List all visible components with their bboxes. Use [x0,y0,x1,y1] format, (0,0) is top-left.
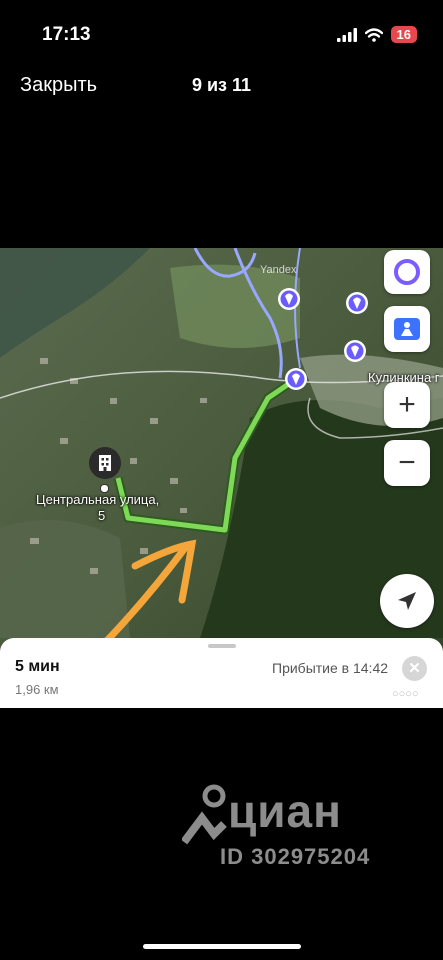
map-provider-label: Yandex [260,264,297,276]
my-location-button[interactable] [380,574,434,628]
gallery-topbar: Закрыть 9 из 11 [0,68,443,104]
alice-icon [394,259,420,285]
signal-icon [336,27,357,42]
close-icon[interactable]: ✕ [402,656,427,681]
plus-icon: + [398,388,416,421]
battery-indicator: 16 [390,26,417,43]
route-arrival: Прибытие в 14:42 [272,660,389,676]
alice-button[interactable] [384,250,430,294]
building-address-line1: Центральная улица, [36,492,160,507]
status-icons: 16 [336,26,417,43]
locate-icon [398,592,416,610]
route-info-panel: 5 мин 1,96 км Прибытие в 14:42 ✕ ○○○○ [0,638,443,708]
status-bar: 17:13 16 [0,0,443,64]
home-indicator[interactable] [143,944,301,949]
panel-grabber[interactable] [208,644,236,648]
building-icon[interactable] [88,446,122,480]
route-distance: 1,96 км [15,682,59,697]
poi-icon[interactable] [283,366,309,392]
route-duration: 5 мин [15,658,60,675]
poi-icon[interactable] [342,338,368,364]
building-address-line2: 5 [98,508,106,523]
listing-photo: Yandex Центральная улица, 5 Кулинкина г [0,248,443,708]
layers-icon [394,318,420,340]
status-time: 17:13 [42,24,91,45]
watermark-listing-id: ID 302975204 [220,844,371,869]
wifi-icon [364,27,383,42]
photo-counter: 9 из 11 [191,75,252,95]
panel-logo: ○○○○ [392,688,419,700]
watermark-brand: циан [228,785,342,837]
cian-logo-icon [182,784,227,845]
zoom-out-button[interactable]: − [384,440,430,486]
cian-watermark: циан ID 302975204 [180,782,420,892]
layers-button[interactable] [384,306,430,352]
minus-icon: − [398,446,416,479]
poi-icon[interactable] [276,286,302,312]
zoom-in-button[interactable]: + [384,382,430,428]
poi-icon[interactable] [344,290,370,316]
